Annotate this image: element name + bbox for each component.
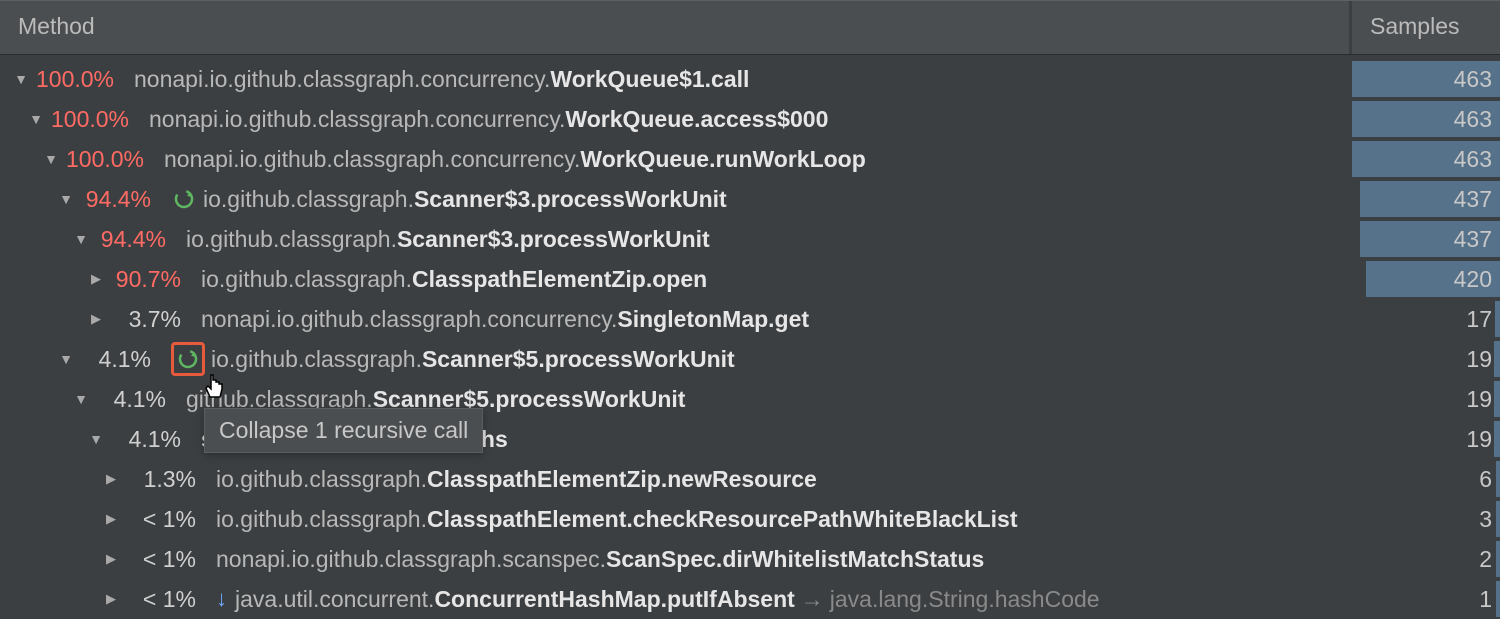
samples-bar [1496, 501, 1500, 537]
percentage-label: 100.0% [51, 106, 139, 133]
tree-row[interactable]: < 1% io.github.classgraph.ClasspathElemen… [0, 499, 1500, 539]
method-signature: io.github.classgraph.Scanner$5.processWo… [211, 346, 735, 373]
tree-row[interactable]: 94.4% io.github.classgraph.Scanner$3.proc… [0, 179, 1500, 219]
tree-row[interactable]: 3.7% nonapi.io.github.classgraph.concurre… [0, 299, 1500, 339]
collapse-icon[interactable] [27, 111, 45, 127]
samples-cell: 6 [1352, 459, 1500, 499]
method-signature: java.util.concurrent.ConcurrentHashMap.p… [235, 586, 1100, 613]
tree-row[interactable]: < 1% nonapi.io.github.classgraph.scanspec… [0, 539, 1500, 579]
collapse-icon[interactable] [87, 431, 105, 447]
samples-bar [1494, 421, 1500, 457]
percentage-label: < 1% [126, 586, 206, 613]
recursive-call-icon[interactable] [171, 186, 197, 212]
samples-bar [1495, 301, 1500, 337]
method-signature: nonapi.io.github.classgraph.concurrency.… [201, 306, 809, 333]
samples-bar [1496, 461, 1500, 497]
expand-icon[interactable] [87, 271, 105, 287]
samples-value: 437 [1454, 226, 1492, 253]
percentage-label: 90.7% [111, 266, 191, 293]
samples-cell: 19 [1352, 379, 1500, 419]
samples-value: 19 [1466, 426, 1492, 453]
percentage-label: < 1% [126, 506, 206, 533]
samples-cell: 420 [1352, 259, 1500, 299]
tree-row[interactable]: < 1% ↓ java.util.concurrent.ConcurrentHash… [0, 579, 1500, 619]
percentage-label: 3.7% [111, 306, 191, 333]
percentage-label: 1.3% [126, 466, 206, 493]
samples-cell: 3 [1352, 499, 1500, 539]
samples-bar [1496, 581, 1500, 617]
samples-cell: 19 [1352, 339, 1500, 379]
collapse-icon[interactable] [57, 191, 75, 207]
percentage-label: 4.1% [81, 346, 161, 373]
tree-row[interactable]: 1.3% io.github.classgraph.ClasspathElemen… [0, 459, 1500, 499]
samples-value: 6 [1479, 466, 1492, 493]
percentage-label: 4.1% [96, 386, 176, 413]
method-signature: nonapi.io.github.classgraph.concurrency.… [149, 106, 828, 133]
collapse-icon[interactable] [72, 231, 90, 247]
samples-cell: 2 [1352, 539, 1500, 579]
samples-value: 420 [1454, 266, 1492, 293]
expand-icon[interactable] [102, 511, 120, 527]
method-signature: io.github.classgraph.ClasspathElementZip… [216, 466, 817, 493]
percentage-label: 100.0% [66, 146, 154, 173]
recursive-call-icon[interactable] [171, 342, 205, 376]
samples-bar [1494, 381, 1500, 417]
samples-cell: 17 [1352, 299, 1500, 339]
method-signature: nonapi.io.github.classgraph.concurrency.… [134, 66, 749, 93]
samples-value: 2 [1479, 546, 1492, 573]
method-signature: io.github.classgraph.Scanner$3.processWo… [186, 226, 710, 253]
inline-arrow-icon: ↓ [216, 586, 227, 612]
samples-value: 3 [1479, 506, 1492, 533]
tree-row[interactable]: 100.0% nonapi.io.github.classgraph.concur… [0, 99, 1500, 139]
samples-value: 17 [1466, 306, 1492, 333]
percentage-label: < 1% [126, 546, 206, 573]
method-signature: io.github.classgraph.ClasspathElementZip… [201, 266, 707, 293]
collapse-icon[interactable] [72, 391, 90, 407]
column-header-method[interactable]: Method [0, 1, 1352, 54]
samples-value: 463 [1454, 106, 1492, 133]
call-tree: 100.0% nonapi.io.github.classgraph.concur… [0, 55, 1500, 619]
method-signature: io.github.classgraph.ClasspathElement.ch… [216, 506, 1018, 533]
samples-cell: 463 [1352, 99, 1500, 139]
expand-icon[interactable] [87, 311, 105, 327]
percentage-label: 100.0% [36, 66, 124, 93]
samples-value: 19 [1466, 386, 1492, 413]
tree-row[interactable]: 94.4% io.github.classgraph.Scanner$3.proc… [0, 219, 1500, 259]
method-signature: io.github.classgraph.Scanner$3.processWo… [203, 186, 727, 213]
table-header: Method Samples [0, 0, 1500, 55]
samples-bar [1494, 341, 1500, 377]
samples-value: 1 [1479, 586, 1492, 613]
collapse-icon[interactable] [57, 351, 75, 367]
expand-icon[interactable] [102, 471, 120, 487]
percentage-label: 94.4% [96, 226, 176, 253]
samples-cell: 19 [1352, 419, 1500, 459]
samples-bar [1496, 541, 1500, 577]
samples-cell: 1 [1352, 579, 1500, 619]
tree-row[interactable]: 100.0% nonapi.io.github.classgraph.concur… [0, 139, 1500, 179]
method-signature: nonapi.io.github.classgraph.scanspec.Sca… [216, 546, 984, 573]
percentage-label: 4.1% [111, 426, 191, 453]
samples-value: 19 [1466, 346, 1492, 373]
samples-cell: 437 [1352, 219, 1500, 259]
samples-value: 437 [1454, 186, 1492, 213]
collapse-icon[interactable] [42, 151, 60, 167]
samples-value: 463 [1454, 66, 1492, 93]
samples-cell: 463 [1352, 139, 1500, 179]
samples-value: 463 [1454, 146, 1492, 173]
tree-row[interactable]: 90.7% io.github.classgraph.ClasspathEleme… [0, 259, 1500, 299]
collapse-icon[interactable] [12, 71, 30, 87]
percentage-label: 94.4% [81, 186, 161, 213]
samples-cell: 463 [1352, 59, 1500, 99]
samples-cell: 437 [1352, 179, 1500, 219]
column-header-samples[interactable]: Samples [1352, 1, 1500, 54]
tooltip: Collapse 1 recursive call [204, 408, 483, 453]
tree-row[interactable]: 100.0% nonapi.io.github.classgraph.concur… [0, 59, 1500, 99]
method-signature: nonapi.io.github.classgraph.concurrency.… [164, 146, 866, 173]
cursor-pointer-icon [200, 372, 230, 410]
expand-icon[interactable] [102, 551, 120, 567]
expand-icon[interactable] [102, 591, 120, 607]
